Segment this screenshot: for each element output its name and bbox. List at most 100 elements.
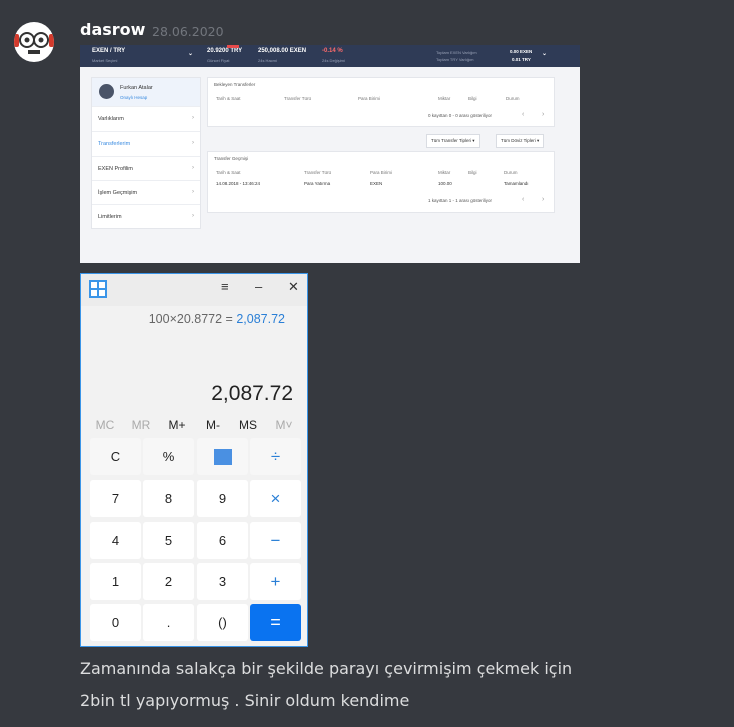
percent-button[interactable]: % (143, 438, 194, 475)
change-sub: 24s Değişimi (322, 58, 345, 63)
digit-7-button[interactable]: 7 (90, 480, 141, 517)
memory-clear-button[interactable]: MC (90, 418, 120, 432)
sidebar-item-label: İşlem Geçmişim (98, 190, 138, 196)
prev-page-icon[interactable]: ‹ (522, 111, 524, 118)
multiply-button[interactable]: × (250, 480, 301, 517)
decimal-button[interactable]: . (143, 604, 194, 641)
parentheses-button[interactable]: () (197, 604, 248, 641)
next-page-icon[interactable]: › (542, 111, 544, 118)
pending-footer: 0 kayıttan 0 - 0 arası gösteriliyor (428, 113, 493, 118)
minimize-icon[interactable]: – (255, 279, 262, 294)
calculator-expression: 100×20.8772 = 2,087.72 (149, 312, 285, 326)
backspace-button[interactable] (197, 438, 248, 475)
history-footer: 1 kayıttan 1 - 1 arası gösteriliyor (428, 198, 493, 203)
avatar[interactable] (14, 22, 54, 62)
memory-subtract-button[interactable]: M- (198, 418, 228, 432)
table-cell: Tamamlandı (504, 181, 529, 186)
digit-1-button[interactable]: 1 (90, 563, 141, 600)
backspace-icon (213, 448, 232, 465)
current-price: 20.9200 TRY (207, 48, 243, 54)
memory-list-button[interactable]: M˅ (269, 418, 299, 432)
column-header: Para Birimi (358, 96, 381, 101)
add-button[interactable]: + (250, 563, 301, 600)
digit-8-button[interactable]: 8 (143, 480, 194, 517)
currency-type-filter[interactable]: Tüm Döviz Tipleri ▾ (496, 134, 545, 148)
account-sidebar: Furkan Atalar Onaylı Hesap Varlıklarım › … (91, 77, 201, 229)
total-exen-label: Toplam EXEN Varlığım (436, 50, 477, 55)
sidebar-item-label: Limitlerim (98, 214, 122, 220)
subtract-button[interactable]: − (250, 522, 301, 559)
market-pair: EXEN / TRY (92, 48, 126, 54)
close-icon[interactable]: ✕ (288, 279, 299, 295)
column-header: Transfer Türü (304, 170, 332, 175)
divide-button[interactable]: ÷ (250, 438, 301, 475)
column-header: Para Birimi (370, 170, 393, 175)
user-avatar-icon (99, 84, 114, 99)
pending-transfers-panel: Bekleyen Transferler Tarih & Saat Transf… (207, 77, 555, 127)
calculator-display: 2,087.72 (211, 382, 293, 405)
chevron-down-icon[interactable]: ⌄ (188, 50, 193, 57)
chevron-down-icon[interactable]: ⌄ (542, 50, 547, 57)
calculator-screenshot[interactable]: ≡ – ✕ 100×20.8772 = 2,087.72 2,087.72 MC… (80, 273, 308, 647)
column-header: Transfer Türü (284, 96, 312, 101)
chevron-right-icon: › (192, 140, 194, 146)
equals-button[interactable]: = (250, 604, 301, 641)
calculator-app-icon (89, 280, 107, 298)
sidebar-item-label: Varlıklarım (98, 116, 124, 122)
total-try-value: 0.01 TRY (512, 57, 531, 62)
expression-text: 100×20.8772 = (148, 312, 233, 326)
memory-add-button[interactable]: M+ (162, 418, 192, 432)
calculator-titlebar: ≡ – ✕ (81, 274, 307, 306)
current-price-sub: Güncel Fiyat (207, 58, 230, 63)
prev-page-icon[interactable]: ‹ (522, 196, 524, 203)
digit-4-button[interactable]: 4 (90, 522, 141, 559)
memory-store-button[interactable]: MS (233, 418, 263, 432)
column-header: Miktar (438, 96, 451, 101)
column-header: Durum (506, 96, 520, 101)
memory-recall-button[interactable]: MR (126, 418, 156, 432)
digit-0-button[interactable]: 0 (90, 604, 141, 641)
chevron-right-icon: › (192, 115, 194, 121)
transfer-history-panel: Transfer Geçmişi Tarih & Saat Transfer T… (207, 151, 555, 213)
digit-5-button[interactable]: 5 (143, 522, 194, 559)
username[interactable]: dasrow (80, 20, 145, 39)
chevron-right-icon: › (192, 189, 194, 195)
chevron-right-icon: › (192, 213, 194, 219)
next-page-icon[interactable]: › (542, 196, 544, 203)
message-text-line-2: 2bin tl yapıyormuş . Sinir oldum kendime (80, 691, 410, 710)
total-exen-value: 0.00 EXEN (510, 49, 533, 54)
chevron-right-icon: › (192, 165, 194, 171)
transfer-type-filter[interactable]: Tüm Transfer Tipleri ▾ (426, 134, 480, 148)
exchange-screenshot[interactable]: EXEN / TRY Market Seçimi ⌄ 20.9200 TRY G… (80, 45, 580, 263)
sidebar-item-transfers[interactable]: Transferlerim › (92, 131, 200, 156)
robot-face-icon (14, 32, 54, 54)
market-pair-sub: Market Seçimi (92, 58, 118, 63)
menu-icon[interactable]: ≡ (221, 279, 229, 294)
filter-label: Tüm Transfer Tipleri (431, 138, 472, 143)
expression-result: 2,087.72 (236, 312, 285, 326)
digit-2-button[interactable]: 2 (143, 563, 194, 600)
column-header: Miktar (438, 170, 451, 175)
volume-sub: 24s Hacmi (258, 58, 277, 63)
price-flag (227, 45, 239, 48)
panel-title: Transfer Geçmişi (214, 156, 249, 161)
volume: 250,008.00 EXEN (258, 48, 307, 54)
sidebar-item-history[interactable]: İşlem Geçmişim › (92, 180, 200, 205)
sidebar-item-assets[interactable]: Varlıklarım › (92, 106, 200, 131)
change: -0.14 % (322, 48, 343, 54)
digit-9-button[interactable]: 9 (197, 480, 248, 517)
sidebar-item-profile[interactable]: EXEN Profilim › (92, 156, 200, 181)
user-card: Furkan Atalar Onaylı Hesap (92, 78, 200, 106)
column-header: Bilgi (468, 170, 477, 175)
table-cell: EXEN (370, 181, 383, 186)
user-status: Onaylı Hesap (120, 95, 148, 100)
sidebar-item-label: Transferlerim (98, 141, 131, 147)
column-header: Tarih & Saat (216, 96, 241, 101)
sidebar-item-label: EXEN Profilim (98, 166, 133, 172)
table-cell: 100.00 (438, 181, 452, 186)
column-header: Tarih & Saat (216, 170, 241, 175)
clear-button[interactable]: C (90, 438, 141, 475)
digit-6-button[interactable]: 6 (197, 522, 248, 559)
sidebar-item-limits[interactable]: Limitlerim › (92, 204, 200, 229)
digit-3-button[interactable]: 3 (197, 563, 248, 600)
